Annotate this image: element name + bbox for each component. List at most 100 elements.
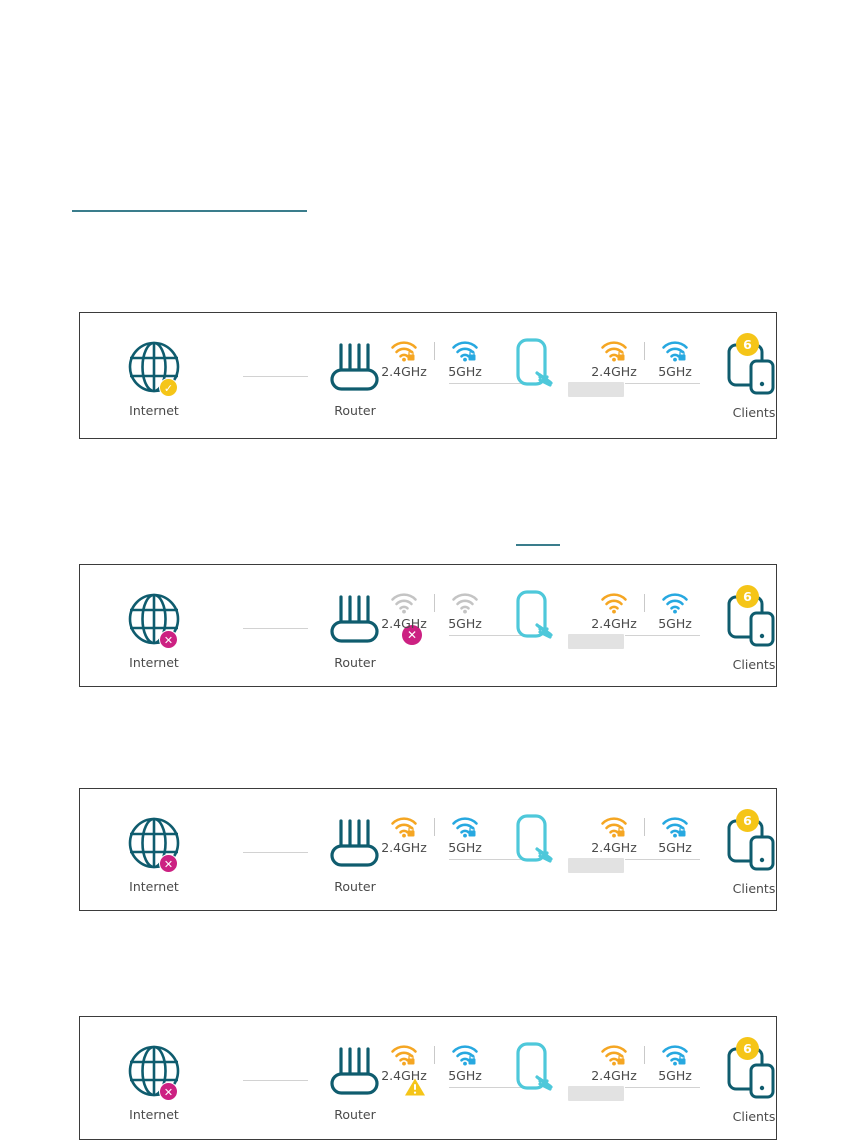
wifi-band[interactable]: 5GHz [647, 591, 703, 631]
range-extender-icon[interactable] [506, 811, 562, 877]
node-router-label: Router [334, 403, 376, 418]
extender-wifi-bands: 2.4GHz 5GHz [586, 339, 703, 379]
link-extender-clients [625, 859, 700, 860]
wifi-band[interactable]: 2.4GHz [376, 815, 432, 855]
globe-icon[interactable]: ✕ [126, 591, 182, 651]
node-clients[interactable]: 6 Clients [694, 809, 814, 896]
band-separator [434, 342, 435, 360]
band-separator [434, 818, 435, 836]
wifi-icon [662, 1045, 688, 1066]
wifi-band[interactable]: 5GHz [437, 339, 493, 379]
link-extender-clients [625, 635, 700, 636]
status-badge-error: ✕ [159, 854, 178, 873]
wifi-icon[interactable] [647, 591, 703, 615]
wifi-icon[interactable] [437, 339, 493, 363]
band-separator [434, 594, 435, 612]
globe-icon[interactable]: ✓ [126, 339, 182, 399]
wifi-band-label: 5GHz [658, 616, 692, 631]
wifi-icon [601, 817, 627, 838]
wifi-icon [662, 593, 688, 614]
wifi-icon [601, 593, 627, 614]
wifi-icon[interactable] [647, 815, 703, 839]
clients-devices-icon[interactable]: 6 [725, 333, 783, 401]
range-extender-icon[interactable] [506, 587, 562, 653]
clients-devices-icon[interactable]: 6 [725, 809, 783, 877]
wifi-band[interactable]: 2.4GHz [586, 815, 642, 855]
clients-count-badge: 6 [736, 809, 759, 832]
wifi-icon[interactable] [376, 1043, 432, 1067]
wifi-band[interactable]: 2.4GHz [376, 1043, 432, 1083]
wifi-band-label: 5GHz [448, 840, 482, 855]
wifi-band-label: 2.4GHz [381, 840, 427, 855]
extender-wifi-bands: 2.4GHz 5GHz [586, 1043, 703, 1083]
wifi-band-label: 5GHz [448, 616, 482, 631]
wifi-icon[interactable] [586, 815, 642, 839]
wifi-band[interactable]: 2.4GHz [586, 1043, 642, 1083]
range-extender-icon [516, 338, 554, 387]
clients-devices-icon[interactable]: 6 [725, 585, 783, 653]
wifi-icon [452, 593, 478, 614]
wifi-icon [391, 593, 417, 614]
router-wifi-bands: 2.4GHz 5GHz [376, 339, 493, 379]
wifi-icon[interactable] [376, 591, 432, 615]
wifi-icon [391, 341, 417, 362]
wifi-icon[interactable] [586, 339, 642, 363]
wifi-icon[interactable] [437, 1043, 493, 1067]
node-clients-label: Clients [732, 881, 776, 896]
router-wifi-bands: 2.4GHz 5GHz [376, 815, 493, 855]
heading-underline [72, 210, 307, 212]
wifi-band[interactable]: 5GHz [437, 815, 493, 855]
wifi-icon[interactable] [376, 815, 432, 839]
wifi-band[interactable]: 2.4GHz [586, 591, 642, 631]
wifi-band-label: 5GHz [658, 840, 692, 855]
wifi-icon[interactable] [437, 591, 493, 615]
wifi-icon[interactable] [647, 339, 703, 363]
node-clients[interactable]: 6 Clients [694, 333, 814, 420]
globe-icon[interactable]: ✕ [126, 1043, 182, 1103]
wifi-band-label: 2.4GHz [591, 840, 637, 855]
wifi-band[interactable]: 2.4GHz [376, 339, 432, 379]
router-wifi-bands: 2.4GHz 5GHz [376, 591, 493, 631]
status-badge-error: ✕ [159, 630, 178, 649]
range-extender-icon [516, 590, 554, 639]
node-internet[interactable]: ✕ Internet [94, 591, 214, 670]
band-separator [644, 818, 645, 836]
wifi-icon[interactable] [376, 339, 432, 363]
wifi-band-label: 2.4GHz [381, 616, 427, 631]
wifi-band[interactable]: 5GHz [437, 591, 493, 631]
wifi-band[interactable]: 2.4GHz [586, 339, 642, 379]
node-router-label: Router [334, 1107, 376, 1122]
range-extender-icon [516, 814, 554, 863]
wifi-icon[interactable] [586, 591, 642, 615]
wifi-band-label: 2.4GHz [381, 1068, 427, 1083]
wifi-band[interactable]: 5GHz [647, 815, 703, 855]
wifi-band[interactable]: 5GHz [437, 1043, 493, 1083]
node-clients[interactable]: 6 Clients [694, 585, 814, 672]
node-clients-label: Clients [732, 405, 776, 420]
globe-icon[interactable]: ✕ [126, 815, 182, 875]
wifi-band[interactable]: 5GHz [647, 339, 703, 379]
node-internet[interactable]: ✕ Internet [94, 815, 214, 894]
wifi-band[interactable]: 2.4GHz [376, 591, 432, 631]
wifi-icon[interactable] [647, 1043, 703, 1067]
node-internet[interactable]: ✓ Internet [94, 339, 214, 418]
node-internet-label: Internet [129, 879, 179, 894]
wifi-icon[interactable] [437, 815, 493, 839]
wifi-icon [391, 1045, 417, 1066]
node-extender-label [567, 858, 624, 873]
clients-devices-icon[interactable]: 6 [725, 1037, 783, 1105]
extender-wifi-bands: 2.4GHz 5GHz [586, 815, 703, 855]
page-root: ✓ Internet Router 6 Clients 2.4GHz 5GHz … [0, 0, 856, 1142]
network-map-all-connected: ✓ Internet Router 6 Clients 2.4GHz 5GHz … [79, 312, 777, 439]
node-clients[interactable]: 6 Clients [694, 1037, 814, 1124]
clients-count-badge: 6 [736, 1037, 759, 1060]
wifi-band[interactable]: 5GHz [647, 1043, 703, 1083]
range-extender-icon[interactable] [506, 1039, 562, 1105]
band-separator [644, 342, 645, 360]
wifi-icon [662, 341, 688, 362]
band-separator [434, 1046, 435, 1064]
range-extender-icon[interactable] [506, 335, 562, 401]
wifi-band-label: 5GHz [658, 364, 692, 379]
wifi-icon[interactable] [586, 1043, 642, 1067]
node-internet[interactable]: ✕ Internet [94, 1043, 214, 1122]
